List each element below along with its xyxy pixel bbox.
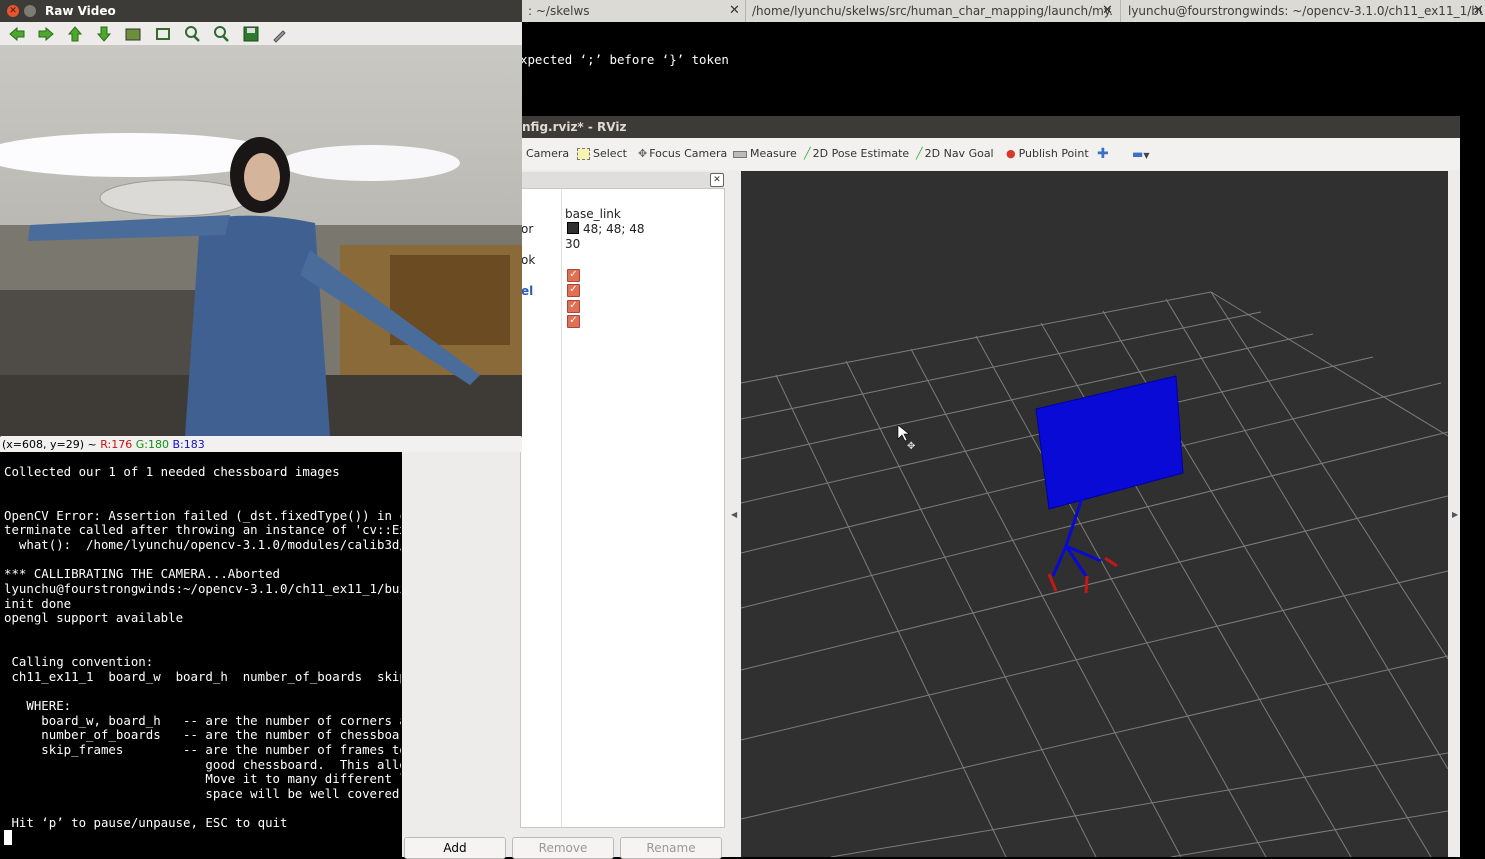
property-label: or — [521, 222, 534, 236]
image-icon[interactable] — [124, 25, 142, 43]
terminal-output-top: xpected ‘;’ before ‘}’ token — [520, 22, 1485, 116]
property-label: ok — [521, 253, 536, 267]
arrow-up-icon[interactable] — [66, 25, 84, 43]
terminal-line: number_of_boards -- are the number of ch… — [4, 727, 401, 743]
3d-viewport[interactable]: ✥ — [741, 171, 1448, 857]
rviz-title-bar: nfig.rviz* - RViz — [520, 116, 1460, 138]
displays-panel: base_link or 48; 48; 48 30 ok el ✓ ✓ ✓ ✓ — [520, 188, 725, 828]
close-window-icon[interactable]: ✕ — [7, 5, 19, 17]
window-title: nfig.rviz* - RViz — [522, 120, 627, 134]
remove-tool-icon[interactable]: ▬▼ — [1132, 138, 1150, 170]
displays-panel-left — [402, 450, 520, 857]
zoom-in-icon[interactable] — [183, 25, 201, 43]
enabled-checkbox[interactable]: ✓ — [567, 284, 580, 297]
rviz-toolbar: Camera Select ✥ Focus Camera Measure ╱ 2D … — [520, 138, 1460, 170]
close-icon[interactable]: ✕ — [710, 173, 724, 187]
green-arrow-icon: ╱ — [804, 147, 811, 160]
add-tool-icon[interactable]: ✚ — [1097, 138, 1109, 170]
ruler-icon — [733, 150, 747, 158]
crosshair-icon: ✥ — [638, 147, 648, 160]
pixel-coords: (x=608, y=29) ~ — [2, 438, 97, 451]
raw-video-title-bar: ✕ Raw Video — [0, 0, 522, 22]
save-icon[interactable] — [242, 25, 260, 43]
window-title: Raw Video — [45, 4, 116, 18]
tab-skelws[interactable]: : ~/skelws ✕ — [528, 0, 738, 22]
fixed-frame-value[interactable]: base_link — [565, 207, 621, 221]
arrow-left-icon[interactable] — [8, 25, 26, 43]
pixel-red-value: R:176 — [100, 438, 133, 451]
terminal-line: what(): /home/lyunchu/opencv-3.1.0/modul… — [4, 536, 401, 552]
frame-rate-value[interactable]: 30 — [565, 237, 580, 251]
background-color-value[interactable]: 48; 48; 48 — [567, 222, 645, 236]
tool-camera[interactable]: Camera — [526, 138, 569, 170]
terminal-line: lyunchu@fourstrongwinds:~/opencv-3.1.0/c… — [4, 580, 401, 596]
grid-scene: ✥ — [741, 291, 1448, 857]
arrow-right-icon[interactable] — [37, 25, 55, 43]
tool-2d-nav-goal[interactable]: ╱ 2D Nav Goal — [916, 138, 994, 170]
select-icon — [577, 148, 590, 160]
terminal-line: Collected our 1 of 1 needed chessboard i… — [4, 463, 340, 479]
terminal-line: terminate called after throwing an insta… — [4, 522, 401, 538]
tab-label: lyunchu@fourstrongwinds: ~/opencv-3.1.0/… — [1128, 4, 1483, 18]
terminal-line: skip_frames -- are the number of frames … — [4, 742, 401, 758]
add-button[interactable]: Add — [404, 837, 506, 859]
tool-measure[interactable]: Measure — [733, 138, 797, 170]
torso-plane — [1035, 375, 1184, 510]
terminal-line: good chessboard. This allo — [4, 756, 401, 772]
tab-build[interactable]: lyunchu@fourstrongwinds: ~/opencv-3.1.0/… — [1128, 0, 1483, 22]
close-icon[interactable]: ✕ — [1473, 0, 1483, 22]
terminal-line: init done — [4, 595, 72, 611]
mouse-cursor-icon — [897, 424, 910, 442]
property-label: el — [521, 284, 534, 298]
terminal-line: Move it to many different l — [4, 771, 401, 787]
terminal-output: Collected our 1 of 1 needed chessboard i… — [0, 450, 401, 857]
enabled-checkbox[interactable]: ✓ — [567, 269, 580, 282]
tool-2d-pose-estimate[interactable]: ╱ 2D Pose Estimate — [804, 138, 909, 170]
move-cursor-icon: ✥ — [907, 441, 915, 452]
tab-label: /home/lyunchu/skelws/src/human_char_mapp… — [752, 4, 1112, 18]
zoom-fit-icon[interactable] — [154, 25, 172, 43]
terminal-line: board_w, board_h -- are the number of co… — [4, 712, 401, 728]
close-icon[interactable]: ✕ — [1102, 0, 1112, 22]
minimize-window-icon[interactable] — [24, 5, 36, 17]
camera-scene — [0, 45, 522, 436]
tool-select[interactable]: Select — [577, 138, 627, 170]
enabled-checkbox[interactable]: ✓ — [567, 315, 580, 328]
tool-publish-point[interactable]: ● Publish Point — [1006, 138, 1089, 170]
zoom-out-icon[interactable] — [212, 25, 230, 43]
pixel-green-value: G:180 — [135, 438, 169, 451]
displays-panel-header: ✕ — [520, 172, 724, 188]
terminal-line: OpenCV Error: Assertion failed (_dst.fix… — [4, 507, 401, 523]
tool-focus-camera[interactable]: ✥ Focus Camera — [638, 138, 727, 170]
terminal-line: space will be well covered. — [4, 786, 401, 802]
tab-label: : ~/skelws — [528, 4, 590, 18]
enabled-checkbox[interactable]: ✓ — [567, 300, 580, 313]
camera-frame-image[interactable] — [0, 45, 522, 436]
remove-button[interactable]: Remove — [512, 837, 614, 859]
pixel-blue-value: B:183 — [172, 438, 205, 451]
terminal-line: WHERE: — [4, 698, 72, 714]
terminal-line: Hit ‘p’ to pause/unpause, ESC to quit — [4, 815, 288, 831]
properties-icon[interactable] — [271, 25, 289, 43]
color-swatch — [567, 222, 579, 234]
arrow-down-icon[interactable] — [95, 25, 113, 43]
collapse-right-icon[interactable]: ▶ — [1452, 510, 1458, 519]
terminal-line: ch11_ex11_1 board_w board_h number_of_bo… — [4, 668, 401, 684]
collapse-left-icon[interactable]: ◀ — [731, 510, 737, 519]
terminal-line: opengl support available — [4, 610, 184, 626]
terminal-text: Collected our 1 of 1 needed chessboard i… — [4, 450, 401, 831]
terminal-line: Calling convention: — [4, 654, 154, 670]
tab-launch[interactable]: /home/lyunchu/skelws/src/human_char_mapp… — [752, 0, 1112, 22]
green-arrow-icon: ╱ — [916, 147, 923, 160]
raw-video-status-bar: (x=608, y=29) ~ R:176 G:180 B:183 — [0, 437, 522, 452]
terminal-line: xpected ‘;’ before ‘}’ token — [520, 52, 729, 67]
close-icon[interactable]: ✕ — [729, 0, 738, 22]
terminal-line: *** CALLIBRATING THE CAMERA...Aborted — [4, 566, 281, 582]
terminal-cursor — [4, 830, 12, 845]
rename-button[interactable]: Rename — [620, 837, 722, 859]
map-pin-icon: ● — [1006, 147, 1016, 160]
